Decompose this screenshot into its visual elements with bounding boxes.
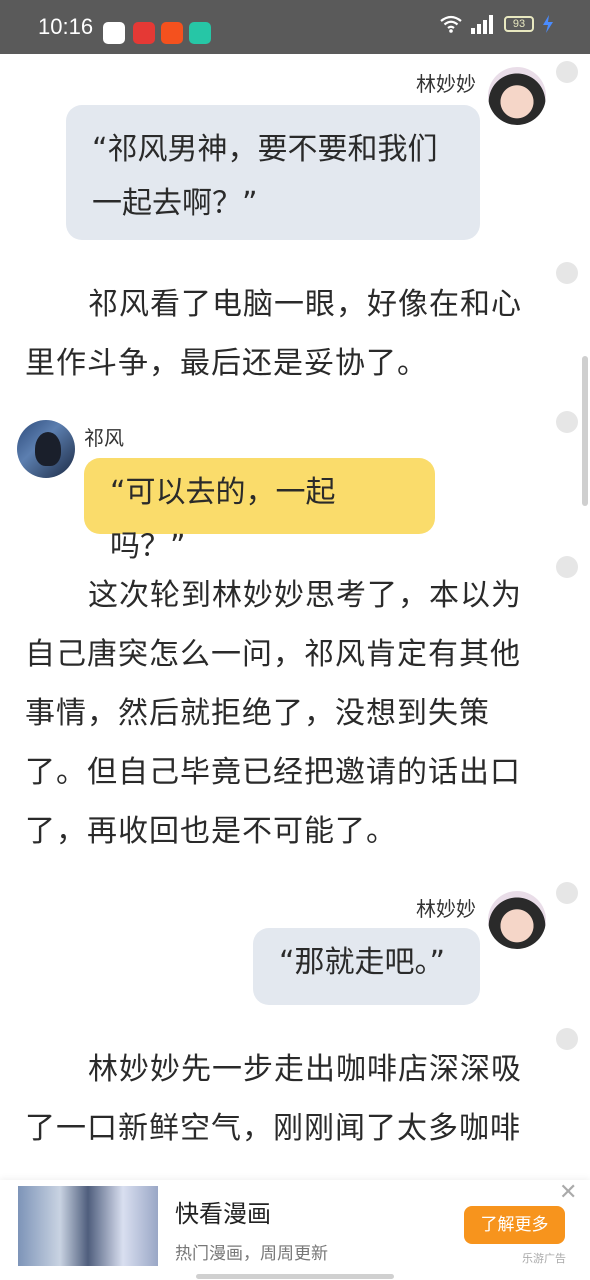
send-app-icon: [103, 22, 125, 44]
ad-label: 乐游广告: [522, 1252, 566, 1265]
avatar[interactable]: [17, 420, 75, 478]
learn-more-button[interactable]: 了解更多: [464, 1206, 565, 1244]
music-app-icon: [189, 22, 211, 44]
speaker-name: 祁风: [84, 426, 124, 450]
home-indicator[interactable]: [196, 1274, 394, 1279]
paragraph-marker[interactable]: [556, 262, 578, 284]
scrollbar[interactable]: [582, 356, 588, 506]
narration-paragraph: 祁风看了电脑一眼，好像在和心里作斗争，最后还是妥协了。: [25, 287, 522, 381]
toutiao-app-icon: [133, 22, 155, 44]
avatar[interactable]: [488, 891, 546, 949]
dialogue-bubble: “可以去的，一起吗？”: [84, 458, 435, 564]
dialogue-bubble: “祁风男神，要不要和我们一起去啊？”: [66, 105, 480, 240]
dialogue-bubble: “那就走吧。”: [253, 928, 480, 1005]
wifi-icon: [440, 15, 462, 33]
signal-icon: [471, 15, 493, 34]
status-bar: 10:16 93: [0, 0, 590, 54]
speaker-name: 林妙妙: [416, 72, 476, 96]
speaker-name: 林妙妙: [416, 897, 476, 921]
avatar[interactable]: [488, 67, 546, 125]
ad-title[interactable]: 快看漫画: [175, 1194, 271, 1229]
paragraph-marker[interactable]: [556, 556, 578, 578]
status-time: 10:16: [38, 14, 94, 39]
close-icon[interactable]: ✕: [559, 1180, 577, 1205]
mango-app-icon: [161, 22, 183, 44]
reader-content[interactable]: 林妙妙 “祁风男神，要不要和我们一起去啊？” 祁风看了电脑一眼，好像在和心里作斗…: [0, 54, 590, 1180]
ad-subtitle: 热门漫画，周周更新: [175, 1244, 328, 1264]
ad-banner[interactable]: 快看漫画 热门漫画，周周更新 了解更多 ✕ 乐游广告: [0, 1180, 590, 1280]
battery-icon: 93: [504, 16, 534, 32]
narration-paragraph: 这次轮到林妙妙思考了，本以为自己唐突怎么一问，祁风肯定有其他事情，然后就拒绝了，…: [25, 578, 522, 849]
charging-bolt-icon: [543, 15, 553, 33]
paragraph-marker[interactable]: [556, 882, 578, 904]
paragraph-marker[interactable]: [556, 61, 578, 83]
narration-paragraph: 林妙妙先一步走出咖啡店深深吸了一口新鲜空气，刚刚闻了太多咖啡: [25, 1052, 522, 1146]
paragraph-marker[interactable]: [556, 411, 578, 433]
paragraph-marker[interactable]: [556, 1028, 578, 1050]
status-indicators: 93: [440, 14, 554, 34]
ad-thumbnail[interactable]: [18, 1186, 158, 1266]
